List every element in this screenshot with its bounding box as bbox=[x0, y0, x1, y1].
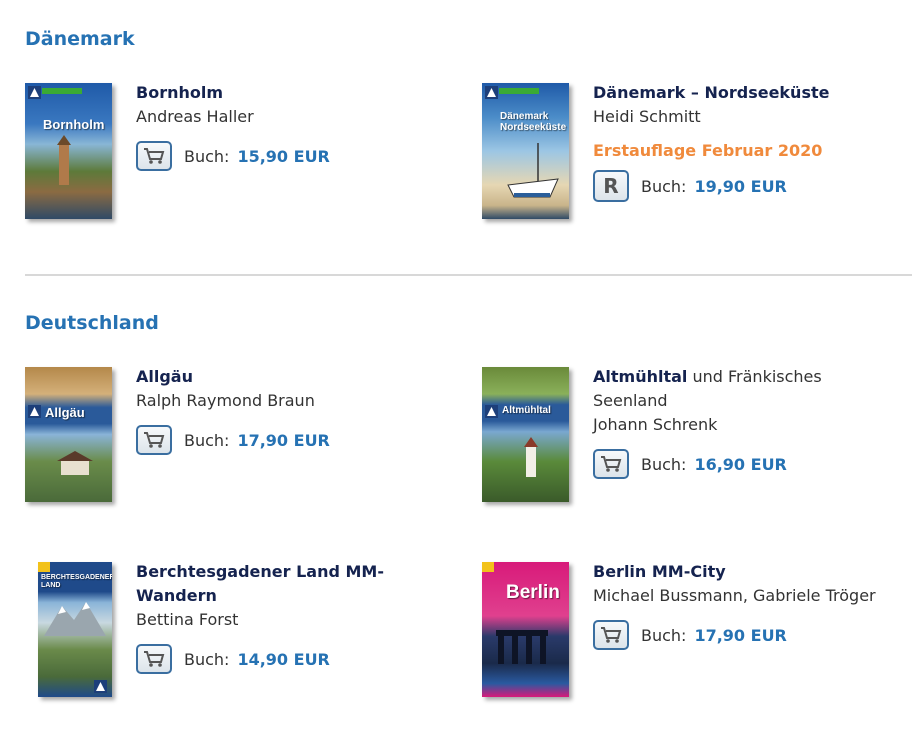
cart-icon bbox=[144, 148, 165, 164]
cover-tag bbox=[42, 88, 82, 94]
cover-title: Altmühltal bbox=[502, 405, 551, 416]
cover-title: Allgäu bbox=[45, 405, 85, 420]
book-cover-berlin[interactable]: Berlin bbox=[482, 562, 569, 697]
book-title[interactable]: Allgäu bbox=[136, 365, 436, 389]
cover-title: Dänemark Nordseeküste bbox=[500, 111, 567, 133]
cart-icon bbox=[601, 456, 622, 472]
book-title[interactable]: Altmühltal und Fränkisches Seenland bbox=[593, 365, 893, 413]
buy-label: Buch: bbox=[184, 430, 230, 450]
buy-label: Buch: bbox=[641, 625, 687, 645]
cart-icon bbox=[144, 432, 165, 448]
publisher-logo-icon bbox=[94, 680, 107, 693]
cover-badge bbox=[38, 562, 50, 572]
book-author: Ralph Raymond Braun bbox=[136, 391, 315, 410]
book-title[interactable]: Bornholm bbox=[136, 81, 436, 105]
book-title[interactable]: Dänemark – Nordseeküste bbox=[593, 81, 903, 105]
add-to-cart-button[interactable] bbox=[593, 449, 629, 479]
book-author: Johann Schrenk bbox=[593, 415, 718, 434]
cart-icon bbox=[144, 651, 165, 667]
mountain-illustration bbox=[44, 602, 106, 636]
price: 17,90 EUR bbox=[694, 625, 787, 645]
book-author: Michael Bussmann, Gabriele Tröger bbox=[593, 586, 876, 605]
cart-icon bbox=[601, 627, 622, 643]
reserve-button[interactable]: R bbox=[593, 170, 629, 202]
price: 16,90 EUR bbox=[694, 454, 787, 474]
book-author: Heidi Schmitt bbox=[593, 107, 701, 126]
add-to-cart-button[interactable] bbox=[136, 644, 172, 674]
add-to-cart-button[interactable] bbox=[136, 425, 172, 455]
buy-row: R Buch: 19,90 EUR bbox=[593, 169, 903, 203]
cover-title: Berlin bbox=[506, 582, 560, 603]
publisher-logo-icon bbox=[485, 86, 498, 99]
book-cover-berchtesgaden[interactable]: BERCHTESGADENER LAND bbox=[38, 562, 112, 697]
reserve-r-icon: R bbox=[603, 174, 619, 198]
cover-tag bbox=[499, 88, 539, 94]
buy-label: Buch: bbox=[184, 649, 230, 669]
buy-label: Buch: bbox=[641, 176, 687, 196]
tower-illustration bbox=[57, 135, 71, 185]
buy-row: Buch: 15,90 EUR bbox=[136, 139, 436, 173]
add-to-cart-button[interactable] bbox=[136, 141, 172, 171]
buy-label: Buch: bbox=[184, 146, 230, 166]
cover-title: BERCHTESGADENER LAND bbox=[41, 574, 112, 589]
boat-illustration bbox=[507, 143, 559, 198]
buy-row: Buch: 16,90 EUR bbox=[593, 447, 893, 481]
section-divider bbox=[25, 274, 912, 276]
gate-illustration bbox=[496, 630, 548, 664]
buy-label: Buch: bbox=[641, 454, 687, 474]
buy-row: Buch: 14,90 EUR bbox=[136, 642, 406, 676]
church-illustration bbox=[524, 437, 538, 477]
price: 19,90 EUR bbox=[694, 176, 787, 196]
book-cover-daenemark[interactable]: Dänemark Nordseeküste bbox=[482, 83, 569, 219]
book-title[interactable]: Berchtesgadener Land MM-Wandern bbox=[136, 560, 406, 608]
add-to-cart-button[interactable] bbox=[593, 620, 629, 650]
hut-illustration bbox=[57, 451, 93, 475]
section-title-daenemark: Dänemark bbox=[25, 28, 135, 50]
section-title-deutschland: Deutschland bbox=[25, 312, 159, 334]
price: 15,90 EUR bbox=[237, 146, 330, 166]
publisher-logo-icon bbox=[485, 405, 498, 418]
book-title[interactable]: Berlin MM-City bbox=[593, 560, 903, 584]
publisher-logo-icon bbox=[28, 405, 41, 418]
book-author: Andreas Haller bbox=[136, 107, 254, 126]
cover-title: Bornholm bbox=[43, 117, 105, 132]
price: 14,90 EUR bbox=[237, 649, 330, 669]
buy-row: Buch: 17,90 EUR bbox=[136, 423, 436, 457]
first-edition-notice: Erstauflage Februar 2020 bbox=[593, 141, 823, 160]
book-author: Bettina Forst bbox=[136, 610, 239, 629]
price: 17,90 EUR bbox=[237, 430, 330, 450]
buy-row: Buch: 17,90 EUR bbox=[593, 618, 903, 652]
book-cover-allgaeu[interactable]: Allgäu bbox=[25, 367, 112, 502]
book-cover-bornholm[interactable]: Bornholm bbox=[25, 83, 112, 219]
cover-badge bbox=[482, 562, 494, 572]
book-cover-altmuehltal[interactable]: Altmühltal bbox=[482, 367, 569, 502]
publisher-logo-icon bbox=[28, 86, 41, 99]
